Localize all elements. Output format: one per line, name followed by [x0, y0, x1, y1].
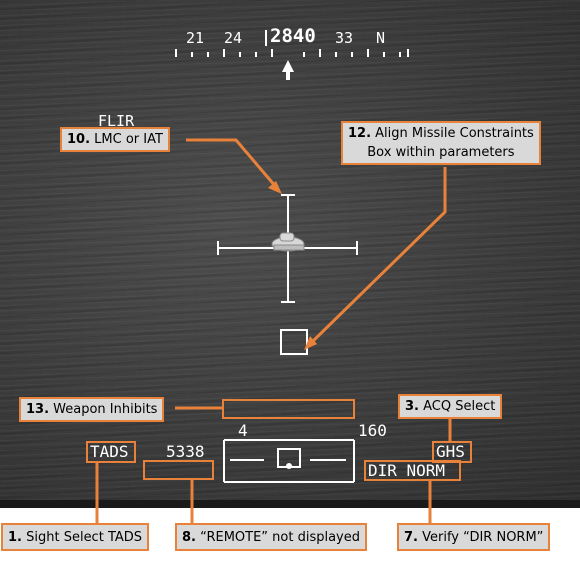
missile-constraints-box	[280, 329, 308, 355]
cued-los-dot	[286, 463, 292, 469]
callout-lmc-iat: 10. LMC or IAT	[60, 127, 170, 152]
tads-video-display: 21 24 2840 33 N FLIR TADS 5338 4 160 GHS…	[0, 0, 580, 500]
callout-remote: 8. “REMOTE” not displayed	[175, 523, 368, 551]
target-vehicle	[271, 232, 305, 252]
callout-weapon-inhibits: 13. Weapon Inhibits	[19, 397, 165, 422]
weapon-inhibits-highlight	[222, 399, 355, 419]
tape-low-value: 4	[238, 421, 248, 440]
callout-dir-norm: 7. Verify “DIR NORM”	[397, 523, 551, 551]
heading-caret-icon	[282, 60, 294, 80]
callout-missile-constraints: 12. Align Missile Constraints Box within …	[341, 121, 541, 165]
heading-tape-graphics	[175, 30, 409, 483]
tape-high-value: 160	[358, 421, 387, 440]
heading-tape-ticks	[175, 30, 409, 57]
range-value: 5338	[166, 442, 205, 461]
callout-acq-select: 3. ACQ Select	[398, 394, 503, 419]
bottom-tape-box	[223, 439, 355, 483]
display-bottom-border	[0, 500, 580, 508]
callout-sight-select: 1. Sight Select TADS	[1, 523, 150, 551]
mode-highlight	[364, 460, 461, 481]
remote-area-highlight	[143, 460, 214, 480]
sight-select-highlight	[86, 441, 136, 463]
